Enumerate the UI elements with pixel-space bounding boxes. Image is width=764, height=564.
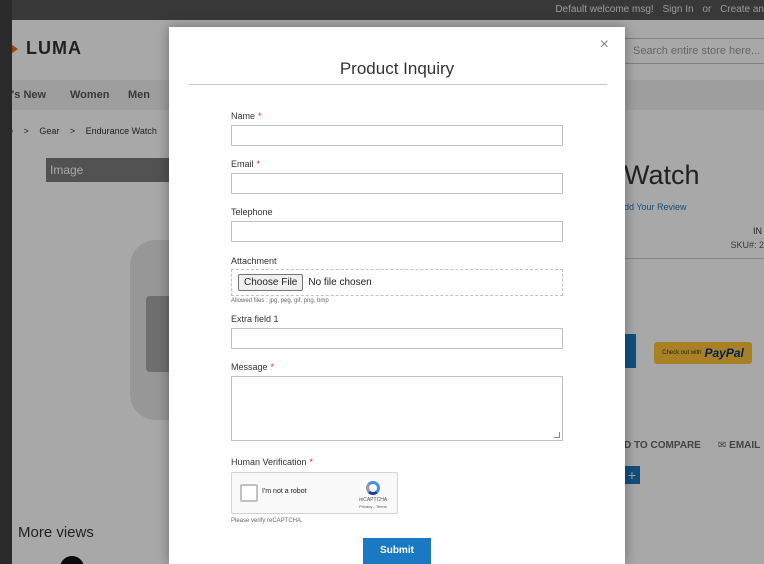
attachment-dropzone[interactable]: Choose File No file chosen <box>231 269 563 296</box>
email-link[interactable]: ✉ EMAIL <box>718 440 760 451</box>
extra-field-input[interactable] <box>231 328 563 349</box>
close-icon[interactable]: × <box>600 35 609 55</box>
breadcrumb-current: Endurance Watch <box>85 126 157 136</box>
share-plus-button[interactable]: + <box>624 466 640 484</box>
human-verification-label-text: Human Verification <box>231 457 307 467</box>
recaptcha-checkbox[interactable] <box>240 484 258 502</box>
welcome-bar: Default welcome msg! Sign In or Create a… <box>549 0 764 20</box>
welcome-or: or <box>702 4 712 15</box>
add-review-link[interactable]: dd Your Review <box>624 202 687 212</box>
human-verification-label: Human Verification * <box>231 457 313 467</box>
file-status: No file chosen <box>308 277 372 288</box>
required-mark: * <box>256 159 261 169</box>
nav-item-women[interactable]: Women <box>70 80 110 110</box>
breadcrumb-gear[interactable]: Gear <box>39 126 59 136</box>
extra-field-label: Extra field 1 <box>231 314 279 324</box>
product-title: Watch <box>624 160 700 190</box>
recaptcha-brand: reCAPTCHA <box>358 497 388 503</box>
attachment-label: Attachment <box>231 256 277 266</box>
gallery-image-label: Image <box>46 158 170 182</box>
welcome-message: Default welcome msg! <box>555 4 654 15</box>
verify-recaptcha-note: Please verify reCAPTCHA. <box>231 518 303 524</box>
sign-in-link[interactable]: Sign In <box>662 4 693 15</box>
required-mark: * <box>309 457 314 467</box>
nav-item-whats-new[interactable]: t's New <box>12 80 46 110</box>
message-textarea[interactable] <box>231 376 563 441</box>
product-inquiry-modal: × Product Inquiry Name * Email * Telephone… <box>169 27 625 564</box>
more-views-heading: More views <box>18 524 94 541</box>
allowed-files-hint: Allowed files : jpg, peg, gif, png, bmp <box>231 298 329 304</box>
recaptcha-logo-icon <box>366 481 380 495</box>
stock-status: IN <box>753 226 762 236</box>
choose-file-button[interactable]: Choose File <box>238 274 304 291</box>
thumbnail-image[interactable] <box>60 556 84 564</box>
name-label: Name * <box>231 111 262 121</box>
resize-handle-icon[interactable] <box>554 432 560 438</box>
recaptcha-privacy-terms[interactable]: Privacy - Terms <box>350 504 396 509</box>
top-bar: Default welcome msg! Sign In or Create a… <box>12 0 764 20</box>
modal-title: Product Inquiry <box>339 59 455 78</box>
breadcrumb-separator: > <box>69 126 76 136</box>
recaptcha-widget: I'm not a robot reCAPTCHA Privacy - Term… <box>231 472 398 514</box>
add-to-cart-button[interactable] <box>624 334 636 368</box>
submit-button[interactable]: Submit <box>363 538 431 564</box>
nav-item-men[interactable]: Men <box>128 80 150 110</box>
paypal-logo: PayPal <box>704 346 744 360</box>
store-logo[interactable]: LUMA <box>12 38 82 59</box>
paypal-small-text: Check out with <box>662 350 702 356</box>
email-input[interactable] <box>231 173 563 194</box>
breadcrumb-separator: > <box>23 126 29 136</box>
add-to-compare-link[interactable]: D TO COMPARE <box>624 440 701 451</box>
create-account-link[interactable]: Create an <box>720 4 764 15</box>
product-divider <box>624 258 764 259</box>
message-label-text: Message <box>231 362 268 372</box>
recaptcha-label: I'm not a robot <box>262 488 307 495</box>
search-input[interactable]: Search entire store here... <box>624 38 764 64</box>
luma-logo-icon <box>12 38 18 59</box>
required-mark: * <box>270 362 275 372</box>
logo-text: LUMA <box>26 38 82 58</box>
telephone-input[interactable] <box>231 221 563 242</box>
name-input[interactable] <box>231 125 563 146</box>
paypal-checkout-button[interactable]: Check out with PayPal <box>654 342 752 364</box>
name-label-text: Name <box>231 111 256 121</box>
breadcrumb: e > Gear > Endurance Watch <box>12 126 165 136</box>
breadcrumb-home[interactable]: e <box>12 126 13 136</box>
email-label-text: Email <box>231 159 254 169</box>
title-divider <box>189 84 607 85</box>
email-label: Email * <box>231 159 260 169</box>
telephone-label: Telephone <box>231 207 273 217</box>
message-label: Message * <box>231 362 274 372</box>
product-sku: SKU#: 2 <box>730 240 764 250</box>
required-mark: * <box>258 111 262 121</box>
